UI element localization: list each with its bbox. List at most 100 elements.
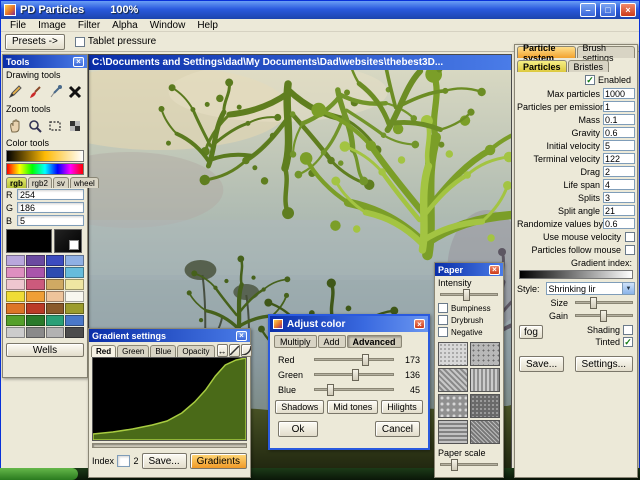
paper-texture-swatch[interactable] <box>438 342 468 366</box>
paper-texture-swatch[interactable] <box>470 420 500 444</box>
tab-bristles[interactable]: Bristles <box>567 60 610 72</box>
eyedropper-icon[interactable] <box>47 83 64 100</box>
fog-button[interactable]: fog <box>519 325 543 339</box>
palette-swatch[interactable] <box>65 255 84 266</box>
channel-r-value[interactable]: 254 <box>17 189 84 200</box>
palette-swatch[interactable] <box>25 327 45 338</box>
paper-texture-swatch[interactable] <box>438 394 468 418</box>
hilights-button[interactable]: Hilights <box>381 400 423 414</box>
drybrush-checkbox[interactable] <box>438 315 448 325</box>
menu-file[interactable]: File <box>5 20 31 31</box>
tab-add[interactable]: Add <box>317 335 346 348</box>
tab-particles[interactable]: Particles <box>517 60 567 72</box>
tab-brush-settings[interactable]: Brush settings <box>576 43 635 63</box>
bumpiness-checkbox[interactable] <box>438 303 448 313</box>
palette-swatch[interactable] <box>65 303 84 314</box>
pencil-icon[interactable] <box>7 83 24 100</box>
randomize-values-input[interactable] <box>603 218 635 229</box>
palette-swatch[interactable] <box>65 267 84 278</box>
palette-swatch[interactable] <box>6 279 25 290</box>
magnifier-icon[interactable] <box>27 117 44 134</box>
split-angle-input[interactable] <box>603 205 635 216</box>
app-titlebar[interactable]: PD Particles 100% – □ × <box>1 1 639 19</box>
menu-alpha[interactable]: Alpha <box>107 20 143 31</box>
drag-input[interactable] <box>603 166 635 177</box>
paper-texture-swatch[interactable] <box>470 368 500 392</box>
menu-help[interactable]: Help <box>192 20 223 31</box>
adjust-blue-slider[interactable] <box>314 384 394 396</box>
adjust-red-slider[interactable] <box>314 354 394 366</box>
palette-swatch[interactable] <box>65 279 84 290</box>
clear-icon[interactable] <box>67 83 84 100</box>
presets-button[interactable]: Presets -> <box>5 33 65 50</box>
initial-velocity-input[interactable] <box>603 140 635 151</box>
use-mouse-velocity-checkbox[interactable] <box>625 231 635 242</box>
close-button[interactable]: × <box>620 3 636 17</box>
splits-input[interactable] <box>603 192 635 203</box>
paper-scale-slider[interactable] <box>440 459 498 471</box>
gain-slider[interactable] <box>575 310 633 322</box>
particle-save-button[interactable]: Save... <box>519 356 565 372</box>
minimize-button[interactable]: – <box>580 3 596 17</box>
palette-swatch[interactable] <box>45 315 65 326</box>
tools-close-icon[interactable]: × <box>73 56 84 67</box>
tools-panel-titlebar[interactable]: Tools × <box>3 55 87 68</box>
palette-swatch[interactable] <box>6 291 25 302</box>
menu-window[interactable]: Window <box>145 20 191 31</box>
negative-checkbox[interactable] <box>438 327 448 337</box>
pan-hand-icon[interactable] <box>7 117 24 134</box>
menu-filter[interactable]: Filter <box>73 20 105 31</box>
tinted-checkbox[interactable]: ✓ <box>623 337 633 347</box>
tile-pattern-icon[interactable] <box>67 117 84 134</box>
curve-ramp-icon[interactable] <box>240 344 252 357</box>
enabled-checkbox[interactable]: ✓ <box>584 75 595 85</box>
palette-swatch[interactable] <box>65 291 84 302</box>
maximize-button[interactable]: □ <box>600 3 616 17</box>
terminal-velocity-input[interactable] <box>603 153 635 164</box>
palette-swatch[interactable] <box>6 315 25 326</box>
palette-swatch[interactable] <box>25 267 45 278</box>
hue-ramp[interactable] <box>6 163 84 175</box>
palette-swatch[interactable] <box>45 255 65 266</box>
secondary-color-swatch[interactable] <box>54 229 82 253</box>
style-dropdown[interactable]: Shrinking lir ▼ <box>545 282 635 295</box>
gradient-titlebar[interactable]: Gradient settings × <box>89 329 250 342</box>
gradients-button[interactable]: Gradients <box>189 453 247 469</box>
ok-button[interactable]: Ok <box>278 421 318 437</box>
tab-rgb[interactable]: rgb <box>6 177 27 188</box>
gradient-curve-editor[interactable] <box>92 357 247 441</box>
palette-swatch[interactable] <box>25 315 45 326</box>
menu-image[interactable]: Image <box>33 20 71 31</box>
gradient-close-icon[interactable]: × <box>236 330 247 341</box>
linear-ramp-icon[interactable] <box>228 344 240 357</box>
life-span-input[interactable] <box>603 179 635 190</box>
gradient-position-strip[interactable] <box>92 443 247 448</box>
channel-g-value[interactable]: 186 <box>17 202 84 213</box>
shadows-button[interactable]: Shadows <box>275 400 325 414</box>
palette-swatch[interactable] <box>65 315 84 326</box>
paper-close-icon[interactable]: × <box>489 264 500 275</box>
particle-settings-button[interactable]: Settings... <box>574 356 633 372</box>
chevron-down-icon[interactable]: ▼ <box>622 283 634 294</box>
gravity-input[interactable] <box>603 127 635 138</box>
tablet-pressure-checkbox[interactable] <box>74 36 85 47</box>
adjust-close-icon[interactable]: × <box>414 319 425 329</box>
palette-swatch[interactable] <box>45 291 65 302</box>
palette-swatch[interactable] <box>6 327 25 338</box>
paper-titlebar[interactable]: Paper × <box>435 263 503 276</box>
palette-swatch[interactable] <box>6 255 25 266</box>
tab-particle-system[interactable]: Particle system <box>517 43 576 63</box>
tab-opacity[interactable]: Opacity <box>177 345 215 357</box>
paper-texture-swatch[interactable] <box>438 368 468 392</box>
tab-wheel[interactable]: wheel <box>69 177 99 188</box>
tab-blue[interactable]: Blue <box>150 345 177 357</box>
canvas-titlebar[interactable]: C:\Documents and Settings\dad\My Documen… <box>89 55 511 70</box>
cancel-button[interactable]: Cancel <box>374 421 420 437</box>
palette-swatch[interactable] <box>25 303 45 314</box>
palette-swatch[interactable] <box>6 303 25 314</box>
palette-swatch[interactable] <box>25 255 45 266</box>
adjust-green-slider[interactable] <box>314 369 394 381</box>
particles-per-emission-input[interactable] <box>603 101 635 112</box>
paper-texture-swatch[interactable] <box>438 420 468 444</box>
tab-multiply[interactable]: Multiply <box>274 335 317 348</box>
